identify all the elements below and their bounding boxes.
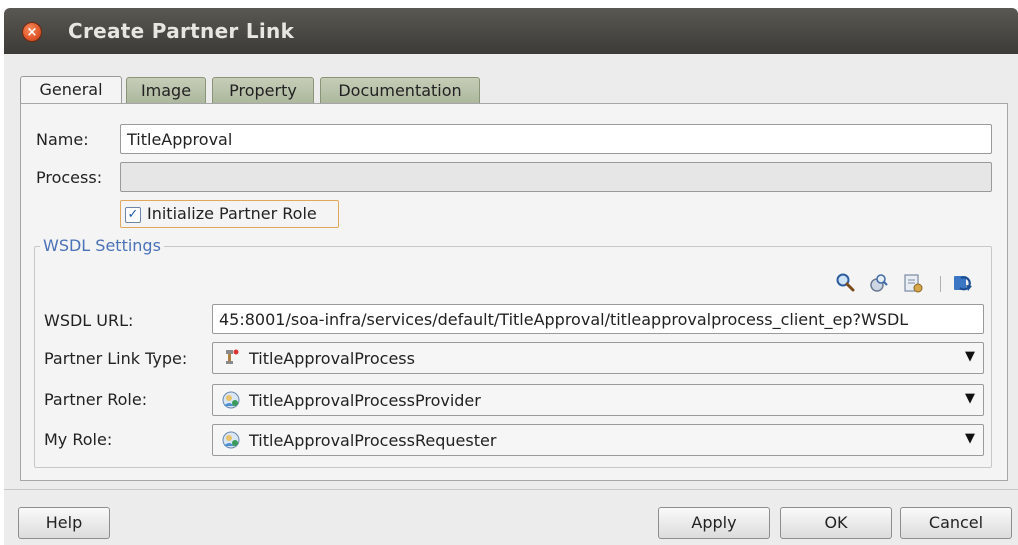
partner-link-type-value: TitleApprovalProcess [249,349,415,368]
role-icon [221,390,241,410]
name-field[interactable]: TitleApproval [120,124,992,154]
tab-general[interactable]: General [20,76,122,106]
wsdl-settings-title: WSDL Settings [40,236,164,255]
title-bar: × Create Partner Link [4,8,1018,54]
chevron-down-icon: ▼ [965,431,975,446]
partner-role-label: Partner Role: [44,390,148,409]
wsdl-url-label: WSDL URL: [44,311,134,330]
tab-documentation[interactable]: Documentation [320,77,480,105]
process-field [120,162,992,192]
role-icon [221,430,241,450]
partner-link-type-label: Partner Link Type: [44,349,188,368]
close-icon[interactable]: × [22,22,42,42]
my-role-value: TitleApprovalProcessRequester [249,431,497,450]
tab-property[interactable]: Property [212,77,314,105]
name-label: Name: [36,130,89,149]
partner-role-value: TitleApprovalProcessProvider [249,391,481,410]
service-explorer-icon[interactable] [902,272,924,294]
my-role-select[interactable]: TitleApprovalProcessRequester ▼ [212,424,984,456]
chevron-down-icon: ▼ [965,391,975,406]
help-button[interactable]: Help [18,507,110,539]
tab-image[interactable]: Image [126,77,206,105]
chevron-down-icon: ▼ [965,349,975,364]
my-role-label: My Role: [44,430,113,449]
partner-link-type-icon [221,348,241,368]
cancel-button[interactable]: Cancel [900,507,1012,539]
ok-button[interactable]: OK [780,507,892,539]
toolbar-separator [940,276,941,292]
process-label: Process: [36,168,103,187]
button-bar-divider [4,489,1018,490]
dialog-title: Create Partner Link [68,19,295,43]
initialize-partner-role-checkbox[interactable]: ✓ [125,207,141,223]
partner-role-select[interactable]: TitleApprovalProcessProvider ▼ [212,384,984,416]
initialize-partner-role-label: Initialize Partner Role [147,204,317,223]
apply-button[interactable]: Apply [658,507,770,539]
wsdl-url-field[interactable]: 45:8001/soa-infra/services/default/Title… [212,304,984,334]
search-icon[interactable] [834,272,856,294]
refresh-icon[interactable] [952,272,974,294]
initialize-partner-role-option[interactable]: ✓ Initialize Partner Role [120,200,339,228]
partner-link-type-select[interactable]: TitleApprovalProcess ▼ [212,342,984,374]
browse-services-icon[interactable] [866,272,888,294]
